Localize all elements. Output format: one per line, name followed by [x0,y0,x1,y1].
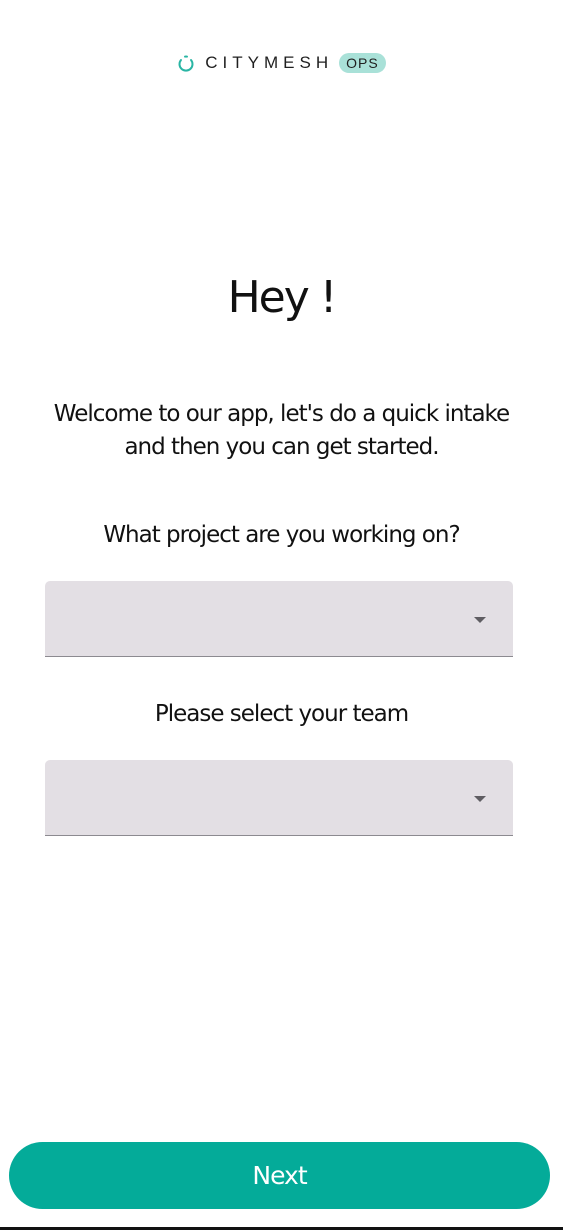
project-question: What project are you working on? [103,522,460,548]
team-question: Please select your team [154,701,409,727]
logo-ops-badge: OPS [339,53,386,73]
project-select[interactable] [45,581,513,657]
app-logo: CITYMESH OPS [0,52,563,74]
chevron-down-icon [474,617,486,623]
page-title: Hey ! [227,272,338,323]
next-button[interactable]: Next [9,1142,550,1209]
chevron-down-icon [474,796,486,802]
team-select[interactable] [45,760,513,836]
citymesh-ring-icon [178,55,194,72]
intro-text: Welcome to our app, let's do a quick int… [53,401,510,460]
logo-brand-text: CITYMESH [205,53,334,72]
